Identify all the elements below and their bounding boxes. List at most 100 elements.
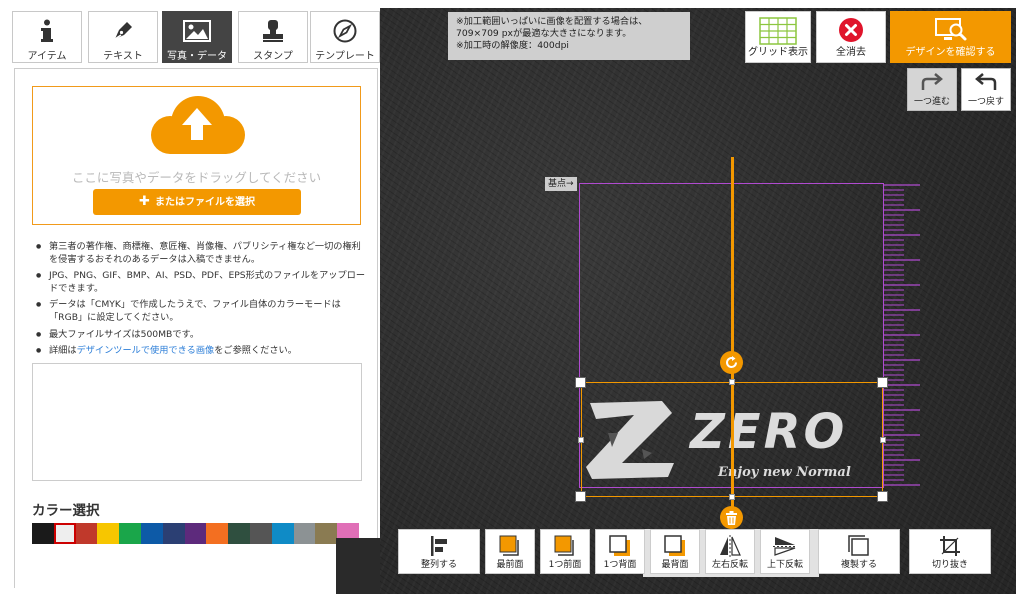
resize-handle[interactable] xyxy=(877,491,888,502)
selection-box xyxy=(581,382,883,497)
resize-handle[interactable] xyxy=(575,491,586,502)
cloud-upload-icon xyxy=(146,95,248,160)
info-icon xyxy=(13,18,81,44)
duplicate-button[interactable]: 複製する xyxy=(818,529,900,574)
undo-icon xyxy=(962,73,1010,93)
resize-handle[interactable] xyxy=(729,379,735,385)
trash-icon xyxy=(726,510,737,525)
grid-icon xyxy=(746,17,810,45)
color-swatches xyxy=(32,523,359,544)
preview-icon xyxy=(891,17,1010,43)
color-swatch[interactable] xyxy=(162,523,185,544)
resize-handle[interactable] xyxy=(578,437,584,443)
note-item: JPG、PNG、GIF、BMP、AI、PSD、PDF、EPS形式のファイルをアッ… xyxy=(36,270,366,295)
tab-photo-data-label: 写真・データ xyxy=(167,51,227,62)
note-item: データは「CMYK」で作成したうえで、ファイル自体のカラーモードは「RGB」に設… xyxy=(36,299,366,324)
color-swatch[interactable] xyxy=(293,523,316,544)
clear-all-button[interactable]: 全消去 xyxy=(816,11,886,63)
send-backward-button[interactable]: 1つ背面 xyxy=(595,529,645,574)
bring-to-front-icon xyxy=(486,535,534,557)
align-button[interactable]: 整列する xyxy=(398,529,480,574)
resize-handle[interactable] xyxy=(880,437,886,443)
flip-vertical-button[interactable]: 上下反転 xyxy=(760,529,810,574)
left-panel: アイテム テキスト 写真・データ スタンプ テンプレート ここに写真やデータをド… xyxy=(0,0,380,610)
undo-button[interactable]: 一つ戻す xyxy=(961,68,1011,111)
color-swatch[interactable] xyxy=(140,523,163,544)
uploaded-images-area[interactable] xyxy=(32,363,362,481)
compass-icon xyxy=(311,18,379,44)
note-prefix: 詳細は xyxy=(49,345,77,357)
rotate-handle[interactable] xyxy=(720,351,743,374)
tab-item[interactable]: アイテム xyxy=(12,11,82,63)
send-to-back-button[interactable]: 最背面 xyxy=(650,529,700,574)
duplicate-label: 複製する xyxy=(840,560,877,570)
note-item: 最大ファイルサイズは500MBです。 xyxy=(36,329,366,342)
choose-file-label: またはファイルを選択 xyxy=(154,197,255,208)
tab-stamp[interactable]: スタンプ xyxy=(238,11,308,63)
bring-forward-label: 1つ前面 xyxy=(548,560,582,570)
resize-handle[interactable] xyxy=(877,377,888,388)
bring-forward-button[interactable]: 1つ前面 xyxy=(540,529,590,574)
plus-icon: ✚ xyxy=(139,194,150,209)
upload-drop-zone[interactable]: ここに写真やデータをドラッグしてください ✚ またはファイルを選択 xyxy=(32,86,361,225)
print-notice: ※加工範囲いっぱいに画像を配置する場合は、 709×709 pxが最適な大きさに… xyxy=(448,12,690,60)
notice-line: ※加工時の解像度：400dpi xyxy=(456,40,569,51)
color-swatch[interactable] xyxy=(53,523,76,544)
color-swatch[interactable] xyxy=(119,523,141,544)
color-swatch[interactable] xyxy=(32,523,54,544)
note-item: 第三者の著作権、商標権、意匠権、肖像権、パブリシティ権など一切の権利を侵害するお… xyxy=(36,241,366,266)
color-swatch[interactable] xyxy=(271,523,294,544)
color-swatch[interactable] xyxy=(97,523,120,544)
tool-tabs: アイテム テキスト 写真・データ スタンプ テンプレート xyxy=(12,11,380,63)
tab-template[interactable]: テンプレート xyxy=(310,11,380,63)
color-swatch[interactable] xyxy=(249,523,272,544)
color-swatch[interactable] xyxy=(75,523,98,544)
tab-template-label: テンプレート xyxy=(315,51,375,62)
color-swatch[interactable] xyxy=(184,523,207,544)
notice-line: ※加工範囲いっぱいに画像を配置する場合は、 xyxy=(456,16,648,27)
tab-text[interactable]: テキスト xyxy=(88,11,158,63)
notice-line: 709×709 pxが最適な大きさになります。 xyxy=(456,28,632,39)
ruler xyxy=(884,184,920,486)
bring-to-front-label: 最前面 xyxy=(496,560,524,570)
canvas-edge xyxy=(336,538,380,594)
undo-label: 一つ戻す xyxy=(967,97,1004,107)
redo-label: 一つ進む xyxy=(913,97,950,107)
stamp-icon xyxy=(239,18,307,44)
bring-to-front-button[interactable]: 最前面 xyxy=(485,529,535,574)
color-swatch[interactable] xyxy=(228,523,250,544)
base-point-label: 基点→ xyxy=(545,177,577,191)
crop-label: 切り抜き xyxy=(931,560,968,570)
align-label: 整列する xyxy=(420,560,457,570)
tab-photo-data[interactable]: 写真・データ xyxy=(162,11,232,63)
send-backward-label: 1つ背面 xyxy=(603,560,637,570)
rotate-icon xyxy=(726,356,738,369)
note-item: 詳細はデザインツールで使用できる画像をご参照ください。 xyxy=(36,345,366,358)
drop-text: ここに写真やデータをドラッグしてください xyxy=(71,170,322,185)
choose-file-button[interactable]: ✚ またはファイルを選択 xyxy=(93,189,301,215)
image-icon xyxy=(163,18,231,44)
usable-images-link[interactable]: デザインツールで使用できる画像 xyxy=(77,345,215,356)
color-swatch[interactable] xyxy=(315,523,338,544)
color-section-title: カラー選択 xyxy=(32,503,100,519)
resize-handle[interactable] xyxy=(729,494,735,500)
upload-notes: 第三者の著作権、商標権、意匠権、肖像権、パブリシティ権など一切の権利を侵害するお… xyxy=(36,241,366,362)
tab-text-label: テキスト xyxy=(103,51,143,62)
redo-button[interactable]: 一つ進む xyxy=(907,68,957,111)
flip-horizontal-icon xyxy=(706,535,754,557)
send-to-back-label: 最背面 xyxy=(661,560,689,570)
flip-horizontal-button[interactable]: 左右反転 xyxy=(705,529,755,574)
confirm-design-button[interactable]: デザインを確認する xyxy=(890,11,1011,63)
crop-button[interactable]: 切り抜き xyxy=(909,529,991,574)
resize-handle[interactable] xyxy=(575,377,586,388)
grid-toggle-button[interactable]: グリッド表示 xyxy=(745,11,811,63)
color-swatch[interactable] xyxy=(206,523,229,544)
delete-button[interactable] xyxy=(720,506,743,529)
tab-stamp-label: スタンプ xyxy=(253,51,293,62)
note-suffix: をご参照ください。 xyxy=(214,345,297,357)
flip-horizontal-label: 左右反転 xyxy=(711,560,748,570)
grid-toggle-label: グリッド表示 xyxy=(748,47,808,58)
crop-icon xyxy=(910,535,990,557)
redo-icon xyxy=(908,73,956,93)
bring-forward-icon xyxy=(541,535,589,557)
